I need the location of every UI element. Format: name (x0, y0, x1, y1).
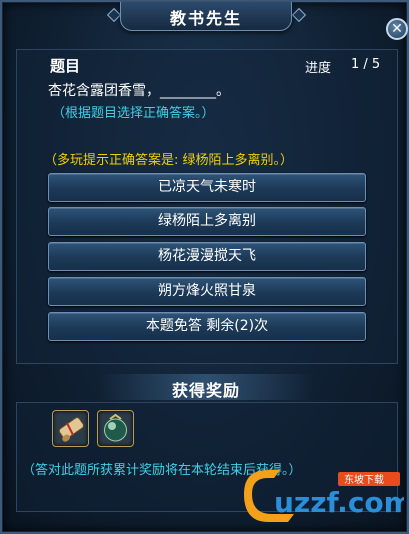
answer-option-3[interactable]: 杨花漫漫搅天飞 (48, 242, 366, 271)
progress-label: 进度 (305, 61, 332, 76)
reward-title: 获得奖励 (171, 381, 240, 400)
question-prompt: 杏花含露团香雪，________。 (48, 83, 230, 99)
watermark: uzzf.com 东坡下载 (234, 464, 409, 528)
question-heading: 题目 (50, 57, 81, 75)
title-ornament-left (106, 7, 122, 23)
question-hint: （根据题目选择正确答案。） (52, 106, 215, 121)
watermark-logo-icon: uzzf.com 东坡下载 (244, 470, 409, 522)
orb-icon (104, 413, 127, 442)
reward-item-scroll[interactable] (52, 410, 89, 447)
watermark-site: uzzf.com (274, 486, 404, 519)
progress-value: 1 / 5 (351, 57, 381, 72)
skip-question-button[interactable]: 本题免答 剩余(2)次 (48, 312, 366, 341)
answer-option-1[interactable]: 已凉天气未寒时 (48, 173, 366, 202)
window-title: 教书先生 (169, 9, 242, 28)
close-button[interactable]: ✕ (386, 18, 408, 40)
watermark-tagline: 东坡下载 (344, 473, 384, 486)
answer-tip: （多玩提示正确答案是: 绿杨陌上多离别。） (44, 153, 294, 168)
reward-header: 获得奖励 (98, 374, 314, 400)
dialog-window: 教书先生 ✕ 题目 进度 1 / 5 杏花含露团香雪，________。 （根据… (0, 0, 409, 534)
answer-option-4[interactable]: 朔方烽火照甘泉 (48, 277, 366, 306)
answer-option-2[interactable]: 绿杨陌上多离别 (48, 207, 366, 236)
title-bar: 教书先生 (120, 2, 292, 31)
scroll-icon (58, 417, 84, 442)
reward-item-orb[interactable] (97, 410, 134, 447)
title-ornament-right (291, 7, 307, 23)
close-icon: ✕ (391, 21, 403, 37)
